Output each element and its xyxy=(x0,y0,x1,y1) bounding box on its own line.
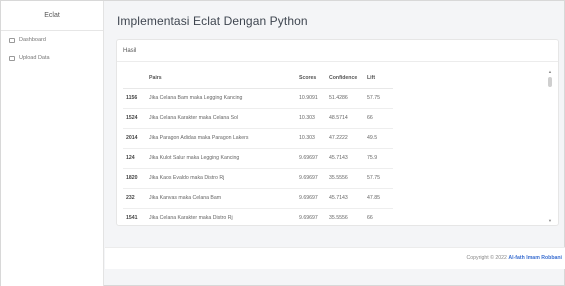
app-window: Eclat Dashboard Upload Data Implementasi… xyxy=(0,0,565,286)
cell-pairs: Jika Celana Karakter maka Celana Sol xyxy=(149,108,299,129)
cell-pairs: Jika Celana Karakter maka Distro Rj xyxy=(149,208,299,223)
cell-scores: 9.69697 xyxy=(299,148,329,169)
cell-lift: 66 xyxy=(367,208,393,223)
scroll-up-arrow-icon[interactable]: ▲ xyxy=(548,70,552,74)
cell-confidence: 47.2222 xyxy=(329,128,367,149)
cell-id: 232 xyxy=(123,188,149,209)
table-row: 1524 Jika Celana Karakter maka Celana So… xyxy=(123,108,393,129)
cell-pairs: Jika Kaos Evaldo maka Distro Rj xyxy=(149,168,299,189)
copyright-text: Copyright © 2022 Al-fath Imam Robbani xyxy=(467,255,563,261)
dashboard-icon xyxy=(9,37,15,43)
table-row: 1541 Jika Celana Karakter maka Distro Rj… xyxy=(123,208,393,223)
footer: Copyright © 2022 Al-fath Imam Robbani xyxy=(105,247,565,269)
results-table: Pairs Scores Confidence Lift 1156 Jika C… xyxy=(123,68,393,223)
cell-lift: 75.9 xyxy=(367,148,393,169)
cell-pairs: Jika Kulot Salur maka Legging Kancing xyxy=(149,148,299,169)
sidebar-item-upload-data[interactable]: Upload Data xyxy=(1,49,103,67)
cell-scores: 9.69697 xyxy=(299,188,329,209)
page-title: Implementasi Eclat Dengan Python xyxy=(117,14,308,28)
table-header-row: Pairs Scores Confidence Lift xyxy=(123,68,393,89)
column-header-scores[interactable]: Scores xyxy=(299,68,329,89)
author-link[interactable]: Al-fath Imam Robbani xyxy=(508,255,562,261)
cell-scores: 10.303 xyxy=(299,128,329,149)
card-title: Hasil xyxy=(117,40,558,62)
cell-confidence: 35.5556 xyxy=(329,208,367,223)
cell-scores: 9.69697 xyxy=(299,168,329,189)
cell-lift: 57.75 xyxy=(367,168,393,189)
brand-title[interactable]: Eclat xyxy=(1,1,103,31)
table-row: 124 Jika Kulot Salur maka Legging Kancin… xyxy=(123,148,393,169)
table-row: 1156 Jika Celana Bam maka Legging Kancin… xyxy=(123,88,393,109)
column-header-confidence[interactable]: Confidence xyxy=(329,68,367,89)
cell-pairs: Jika Celana Bam maka Legging Kancing xyxy=(149,88,299,109)
cell-id: 1541 xyxy=(123,208,149,223)
table-row: 232 Jika Kanvas maka Celana Bam 9.69697 … xyxy=(123,188,393,209)
cell-id: 1820 xyxy=(123,168,149,189)
cell-scores: 9.69697 xyxy=(299,208,329,223)
scroll-down-arrow-icon[interactable]: ▼ xyxy=(548,219,552,223)
cell-pairs: Jika Paragon Adidas maka Paragon Lakers xyxy=(149,128,299,149)
cell-confidence: 48.5714 xyxy=(329,108,367,129)
cell-id: 124 xyxy=(123,148,149,169)
cell-lift: 49.5 xyxy=(367,128,393,149)
upload-icon xyxy=(9,55,15,61)
results-table-wrapper[interactable]: Pairs Scores Confidence Lift 1156 Jika C… xyxy=(123,68,551,223)
cell-pairs: Jika Kanvas maka Celana Bam xyxy=(149,188,299,209)
table-scrollbar[interactable]: ▲ ▼ xyxy=(547,70,553,223)
cell-lift: 66 xyxy=(367,108,393,129)
sidebar: Eclat Dashboard Upload Data xyxy=(1,1,104,286)
column-header-pairs[interactable]: Pairs xyxy=(149,68,299,89)
sidebar-item-label: Upload Data xyxy=(19,55,50,61)
cell-id: 2014 xyxy=(123,128,149,149)
cell-lift: 47.85 xyxy=(367,188,393,209)
cell-id: 1524 xyxy=(123,108,149,129)
scrollbar-thumb[interactable] xyxy=(548,77,552,87)
cell-confidence: 45.7143 xyxy=(329,188,367,209)
cell-scores: 10.303 xyxy=(299,108,329,129)
table-row: 1820 Jika Kaos Evaldo maka Distro Rj 9.6… xyxy=(123,168,393,189)
main-content: Implementasi Eclat Dengan Python Hasil P… xyxy=(105,1,565,286)
cell-lift: 57.75 xyxy=(367,88,393,109)
cell-scores: 10.9091 xyxy=(299,88,329,109)
column-header-id[interactable] xyxy=(123,68,149,89)
cell-confidence: 45.7143 xyxy=(329,148,367,169)
copyright-prefix: Copyright © 2022 xyxy=(466,255,509,261)
cell-id: 1156 xyxy=(123,88,149,109)
cell-confidence: 35.5556 xyxy=(329,168,367,189)
sidebar-item-dashboard[interactable]: Dashboard xyxy=(1,31,103,49)
cell-confidence: 51.4286 xyxy=(329,88,367,109)
column-header-lift[interactable]: Lift xyxy=(367,68,393,89)
sidebar-item-label: Dashboard xyxy=(19,37,46,43)
table-row: 2014 Jika Paragon Adidas maka Paragon La… xyxy=(123,128,393,149)
results-card: Hasil Pairs Scores Confidence Lift 1156 … xyxy=(116,39,559,226)
